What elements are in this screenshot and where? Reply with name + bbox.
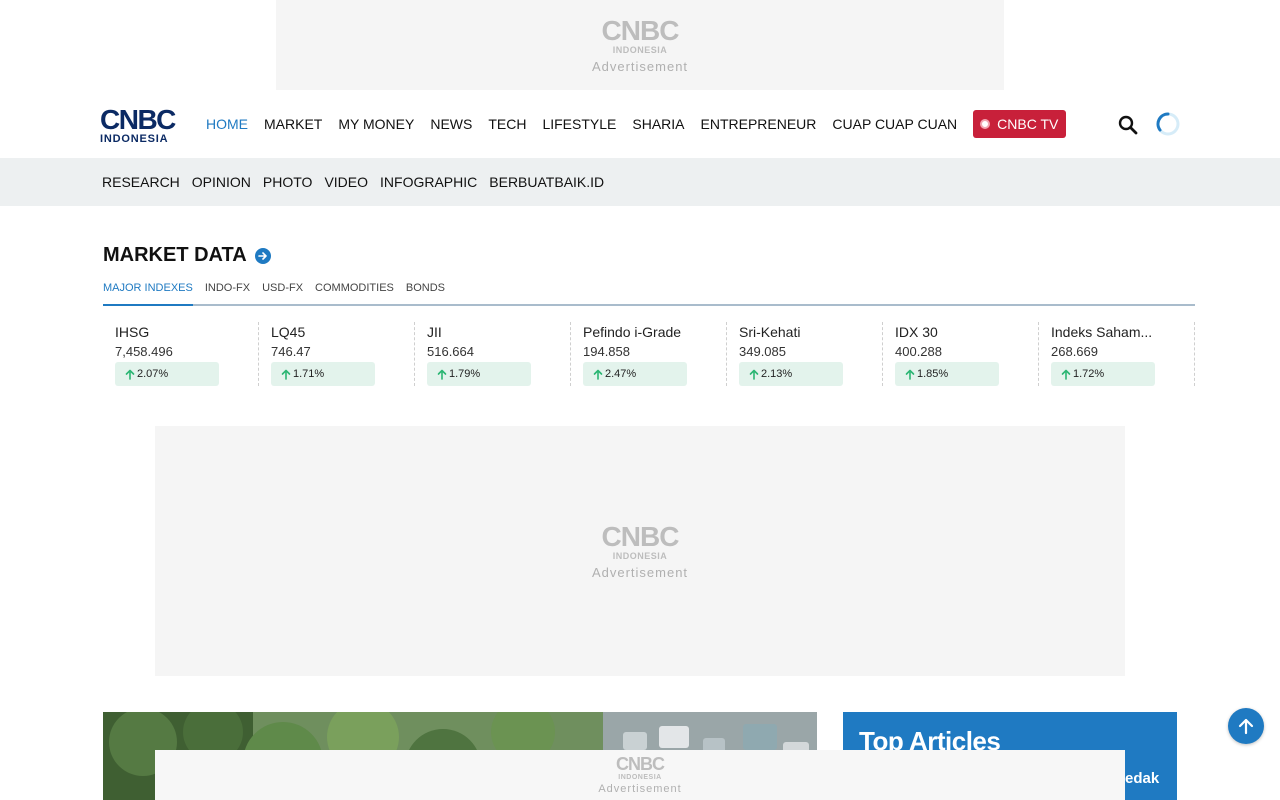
- cnbc-logo[interactable]: CNBC INDONESIA: [100, 104, 176, 145]
- index-card[interactable]: Pefindo i-Grade 194.858 2.47%: [571, 322, 727, 386]
- nav-item-my-money[interactable]: MY MONEY: [338, 116, 414, 132]
- arrow-up-icon: [1238, 718, 1254, 735]
- index-change-badge: 2.47%: [583, 362, 687, 386]
- middle-advertisement[interactable]: CNBC INDONESIA Advertisement: [155, 426, 1125, 676]
- tab-usd-fx[interactable]: USD-FX: [262, 282, 303, 304]
- subnav-item-opinion[interactable]: OPINION: [192, 174, 251, 190]
- cnbc-tv-label: CNBC TV: [997, 116, 1059, 132]
- index-change-value: 2.47%: [605, 368, 637, 380]
- nav-item-tech[interactable]: TECH: [488, 116, 526, 132]
- ad-logo-sub: INDONESIA: [618, 774, 662, 781]
- index-value: 194.858: [583, 344, 630, 359]
- index-card[interactable]: IDX 30 400.288 1.85%: [883, 322, 1039, 386]
- index-card[interactable]: IHSG 7,458.496 2.07%: [103, 322, 259, 386]
- arrow-up-icon: [593, 369, 603, 380]
- index-name: Indeks Saham...: [1051, 324, 1153, 340]
- main-navigation: HOME MARKET MY MONEY NEWS TECH LIFESTYLE SHARI…: [206, 90, 1067, 158]
- nav-item-lifestyle[interactable]: LIFESTYLE: [542, 116, 616, 132]
- index-name: LQ45: [271, 324, 306, 340]
- index-card[interactable]: JII 516.664 1.79%: [415, 322, 571, 386]
- index-card[interactable]: Indeks Saham... 268.669 1.72%: [1039, 322, 1195, 386]
- logo-main-text: CNBC: [100, 104, 176, 135]
- index-change-badge: 1.85%: [895, 362, 999, 386]
- tab-indo-fx[interactable]: INDO-FX: [205, 282, 250, 304]
- index-change-value: 1.79%: [449, 368, 481, 380]
- index-value: 516.664: [427, 344, 474, 359]
- index-change-badge: 2.13%: [739, 362, 843, 386]
- site-header: CNBC INDONESIA HOME MARKET MY MONEY NEWS TEC…: [0, 90, 1280, 158]
- index-value: 746.47: [271, 344, 311, 359]
- index-value: 400.288: [895, 344, 942, 359]
- ad-logo-main: CNBC: [616, 754, 665, 774]
- logo-sub-text: INDONESIA: [100, 133, 169, 145]
- index-name: IHSG: [115, 324, 150, 340]
- ad-logo: CNBC INDONESIA: [601, 520, 680, 561]
- loading-spinner-icon[interactable]: [1156, 112, 1180, 136]
- index-change-badge: 1.72%: [1051, 362, 1155, 386]
- index-change-value: 1.72%: [1073, 368, 1105, 380]
- arrow-up-icon: [749, 369, 759, 380]
- tab-major-indexes[interactable]: MAJOR INDEXES: [103, 282, 193, 306]
- arrow-up-icon: [125, 369, 135, 380]
- nav-item-sharia[interactable]: SHARIA: [632, 116, 684, 132]
- index-change-value: 2.07%: [137, 368, 169, 380]
- subnav-item-infographic[interactable]: INFOGRAPHIC: [380, 174, 477, 190]
- market-data-title: MARKET DATA: [103, 244, 247, 266]
- index-card[interactable]: LQ45 746.47 1.71%: [259, 322, 415, 386]
- arrow-up-icon: [281, 369, 291, 380]
- arrow-up-icon: [905, 369, 915, 380]
- index-value: 7,458.496: [115, 344, 173, 359]
- subnav-item-berbuatbaik-id[interactable]: BERBUATBAIK.ID: [489, 174, 604, 190]
- arrow-right-circle-icon[interactable]: [254, 247, 271, 264]
- index-name: IDX 30: [895, 324, 938, 340]
- major-indexes-list: IHSG 7,458.496 2.07% LQ45 746.47 1.71% JII 516.…: [103, 322, 1195, 386]
- nav-item-cuap-cuap-cuan[interactable]: CUAP CUAP CUAN: [832, 116, 957, 132]
- ad-logo: CNBC INDONESIA: [601, 14, 680, 55]
- nav-item-news[interactable]: NEWS: [430, 116, 472, 132]
- index-change-badge: 1.79%: [427, 362, 531, 386]
- subnav-item-video[interactable]: VIDEO: [324, 174, 368, 190]
- search-icon[interactable]: [1116, 113, 1140, 137]
- bottom-sticky-advertisement[interactable]: CNBC INDONESIA Advertisement: [155, 750, 1125, 800]
- tab-commodities[interactable]: COMMODITIES: [315, 282, 394, 304]
- ad-logo-sub: INDONESIA: [612, 550, 668, 561]
- index-change-value: 1.85%: [917, 368, 949, 380]
- index-change-badge: 2.07%: [115, 362, 219, 386]
- ad-logo-main: CNBC: [601, 520, 680, 552]
- ad-logo-main: CNBC: [601, 14, 680, 46]
- index-change-value: 1.71%: [293, 368, 325, 380]
- ad-logo-sub: INDONESIA: [612, 44, 668, 55]
- arrow-up-icon: [437, 369, 447, 380]
- nav-item-market[interactable]: MARKET: [264, 116, 322, 132]
- index-value: 268.669: [1051, 344, 1098, 359]
- live-dot-icon: [980, 119, 991, 129]
- arrow-up-icon: [1061, 369, 1071, 380]
- ad-label: Advertisement: [591, 564, 689, 580]
- nav-item-entrepreneur[interactable]: ENTREPRENEUR: [701, 116, 817, 132]
- top-article-link[interactable]: edak: [1125, 770, 1159, 787]
- index-card[interactable]: Sri-Kehati 349.085 2.13%: [727, 322, 883, 386]
- scroll-to-top-button[interactable]: [1228, 708, 1264, 744]
- index-value: 349.085: [739, 344, 786, 359]
- index-change-value: 2.13%: [761, 368, 793, 380]
- tab-bonds[interactable]: BONDS: [406, 282, 445, 304]
- ad-label: Advertisement: [591, 58, 689, 74]
- index-name: Pefindo i-Grade: [583, 324, 682, 340]
- subnav-item-research[interactable]: RESEARCH: [102, 174, 180, 190]
- market-data-tabs: MAJOR INDEXES INDO-FX USD-FX COMMODITIES BON…: [103, 270, 1195, 306]
- index-name: Sri-Kehati: [739, 324, 801, 340]
- cnbc-tv-button[interactable]: CNBC TV: [973, 110, 1067, 138]
- index-change-badge: 1.71%: [271, 362, 375, 386]
- market-data-heading: MARKET DATA: [103, 244, 271, 267]
- secondary-navigation: RESEARCH OPINION PHOTO VIDEO INFOGRAPHIC BERB…: [0, 158, 1280, 206]
- subnav-item-photo[interactable]: PHOTO: [263, 174, 313, 190]
- top-advertisement[interactable]: CNBC INDONESIA Advertisement: [276, 0, 1004, 90]
- nav-item-home[interactable]: HOME: [206, 116, 248, 132]
- index-name: JII: [427, 324, 442, 340]
- ad-logo: CNBC INDONESIA: [616, 754, 665, 781]
- ad-label: Advertisement: [598, 783, 682, 795]
